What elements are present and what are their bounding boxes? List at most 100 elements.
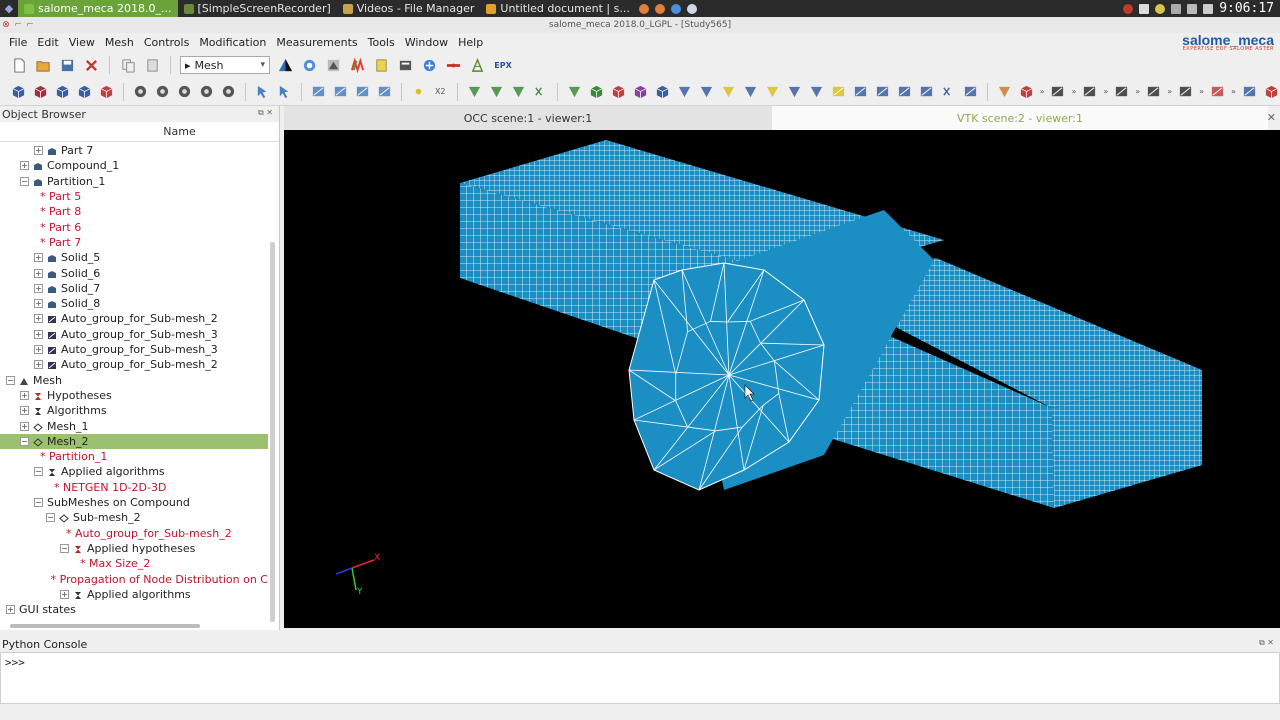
pyramid-icon[interactable] (610, 83, 627, 101)
tree-item[interactable]: * Propagation of Node Distribution on C (0, 571, 268, 586)
tree-item[interactable]: + GUI states (0, 602, 268, 617)
tree-item[interactable]: + Algorithms (0, 403, 268, 418)
ball-icon[interactable] (764, 83, 781, 101)
compute-icon[interactable] (132, 83, 149, 101)
tree-item[interactable]: * Part 6 (0, 220, 268, 235)
more-tools-chevron-icon[interactable]: » (1040, 87, 1045, 96)
panel-float-close-icons[interactable]: ⧉ ✕ (258, 108, 273, 118)
tree-item[interactable]: − Applied hypotheses (0, 541, 268, 556)
collapse-icon[interactable]: − (20, 176, 29, 186)
polygon-icon[interactable] (532, 83, 549, 101)
tree-item[interactable]: + Solid_8 (0, 296, 268, 311)
new-document-icon[interactable] (10, 56, 28, 74)
tree-item[interactable]: * Partition_1 (0, 449, 268, 464)
expand-icon[interactable]: + (20, 421, 29, 431)
extrusion-icon[interactable] (1177, 83, 1194, 101)
quad-face-icon[interactable] (698, 83, 715, 101)
tree-item[interactable]: + Hypotheses (0, 388, 268, 403)
jobmanager-module-icon[interactable] (396, 56, 414, 74)
tree-item[interactable]: * Auto_group_for_Sub-mesh_2 (0, 526, 268, 541)
tree-item[interactable]: + Solid_5 (0, 250, 268, 265)
tree-item[interactable]: − Applied algorithms (0, 464, 268, 479)
vtk-3d-canvas[interactable]: X Y (284, 130, 1280, 628)
menu-window[interactable]: Window (400, 36, 453, 49)
tree-item[interactable]: − Mesh_2 (0, 433, 268, 449)
chrome-icon[interactable] (638, 3, 649, 14)
tree-item[interactable]: − Partition_1 (0, 174, 268, 189)
more-tools-chevron-icon[interactable]: » (1231, 87, 1236, 96)
expand-icon[interactable]: + (34, 360, 43, 370)
display-entity-icon[interactable] (376, 83, 393, 101)
menu-view[interactable]: View (64, 36, 100, 49)
expand-icon[interactable]: + (20, 406, 29, 416)
expand-icon[interactable]: + (6, 605, 15, 615)
menu-file[interactable]: File (4, 36, 32, 49)
hexa-icon[interactable] (588, 83, 605, 101)
menu-edit[interactable]: Edit (32, 36, 63, 49)
tree-item[interactable]: + Auto_group_for_Sub-mesh_2 (0, 357, 268, 372)
mesh-module-icon[interactable] (324, 56, 342, 74)
x2-label[interactable]: X2 (432, 83, 449, 101)
collapse-icon[interactable]: − (6, 375, 15, 385)
tree-item[interactable]: * Part 5 (0, 189, 268, 204)
quad-volume-icon[interactable] (720, 83, 737, 101)
more-tools-chevron-icon[interactable]: » (1103, 87, 1108, 96)
shaper-module-icon[interactable] (300, 56, 318, 74)
close-tab-icon[interactable]: ✕ (1267, 111, 1276, 124)
more-tools-chevron-icon[interactable]: » (1135, 87, 1140, 96)
tree-item[interactable]: + Compound_1 (0, 158, 268, 173)
open-folder-icon[interactable] (34, 56, 52, 74)
collapse-icon[interactable]: − (34, 498, 43, 508)
pattern-icon[interactable] (1241, 83, 1258, 101)
epx-module-button[interactable]: EPX (492, 56, 514, 74)
mesh-order-icon[interactable] (220, 83, 237, 101)
collapse-icon[interactable]: − (46, 513, 55, 523)
menu-controls[interactable]: Controls (139, 36, 195, 49)
quadrangle-icon[interactable] (510, 83, 527, 101)
create-submesh-icon[interactable] (32, 83, 49, 101)
orient-icon[interactable] (1049, 83, 1066, 101)
tree-item[interactable]: − Sub-mesh_2 (0, 510, 268, 525)
node-icon[interactable] (410, 83, 427, 101)
menu-mesh[interactable]: Mesh (100, 36, 139, 49)
expand-icon[interactable]: + (34, 283, 43, 293)
edge-icon[interactable] (466, 83, 483, 101)
tab-occ-viewer[interactable]: OCC scene:1 - viewer:1 (284, 106, 772, 130)
select-node-icon[interactable] (254, 83, 271, 101)
tab-vtk-viewer[interactable]: VTK scene:2 - viewer:1 (772, 106, 1268, 130)
create-mesh-icon[interactable] (10, 83, 27, 101)
triangle-icon[interactable] (488, 83, 505, 101)
scale-icon[interactable] (962, 83, 979, 101)
remove-nodes-icon[interactable] (808, 83, 825, 101)
sweep-icon[interactable] (1263, 83, 1280, 101)
edit-mesh-icon[interactable] (54, 83, 71, 101)
tetra-icon[interactable] (566, 83, 583, 101)
volume-icon[interactable] (1187, 3, 1198, 14)
preview-icon[interactable] (176, 83, 193, 101)
taskbar-task-1[interactable]: [SimpleScreenRecorder] (178, 0, 337, 17)
collapse-icon[interactable]: − (34, 467, 43, 477)
module-selector[interactable]: ▸ Mesh ▾ (180, 56, 270, 74)
taskbar-task-2[interactable]: Videos - File Manager (337, 0, 481, 17)
paravis-module-icon[interactable] (420, 56, 438, 74)
renumber-icon[interactable] (874, 83, 891, 101)
tree-item[interactable]: − SubMeshes on Compound (0, 495, 268, 510)
expand-icon[interactable]: + (34, 253, 43, 263)
cutting-icon[interactable] (1113, 83, 1130, 101)
collapse-icon[interactable]: − (60, 543, 69, 553)
geometry-module-icon[interactable] (276, 56, 294, 74)
expand-icon[interactable]: + (34, 299, 43, 309)
translate-icon[interactable] (896, 83, 913, 101)
mesh-info-icon[interactable] (310, 83, 327, 101)
hexablock-module-icon[interactable] (444, 56, 462, 74)
biquad-icon[interactable] (786, 83, 803, 101)
taskbar-task-0[interactable]: salome_meca 2018.0_... (18, 0, 178, 17)
collapse-icon[interactable]: − (20, 436, 29, 446)
tree-item[interactable]: * NETGEN 1D-2D-3D (0, 480, 268, 495)
add-0d-icon[interactable] (742, 83, 759, 101)
expand-icon[interactable]: + (34, 345, 43, 355)
tree-item[interactable]: + Mesh_1 (0, 418, 268, 433)
network-icon[interactable] (1171, 3, 1182, 14)
evaluate-order-icon[interactable] (198, 83, 215, 101)
tree-item[interactable]: + Solid_6 (0, 265, 268, 280)
